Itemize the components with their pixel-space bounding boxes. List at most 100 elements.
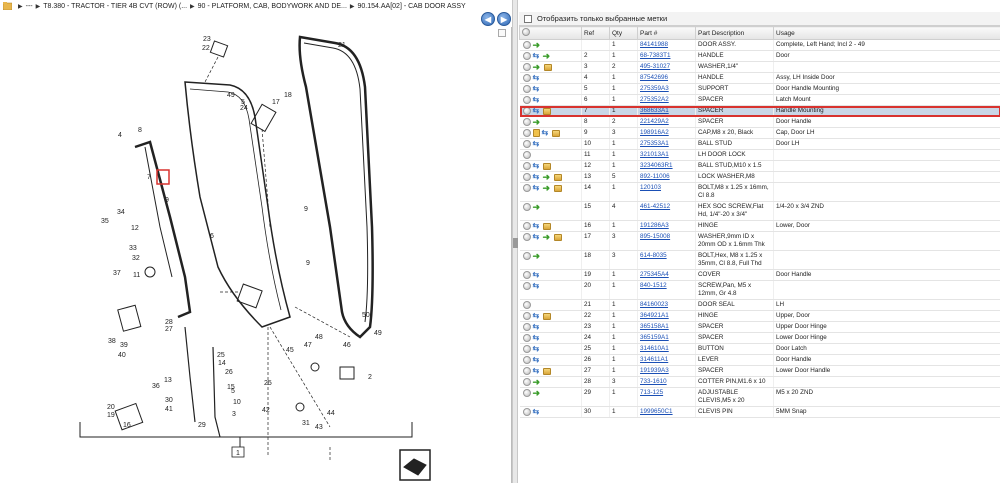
link-icon[interactable]: ⇆: [533, 85, 541, 93]
link-icon[interactable]: ⇆: [533, 74, 541, 82]
package-icon[interactable]: [542, 312, 551, 320]
table-row[interactable]: ⇆ 27 1 191939A3 SPACER Lower Door Handle: [519, 365, 1000, 377]
row-circle-icon[interactable]: [522, 129, 531, 137]
header-description[interactable]: Part Description: [695, 26, 774, 40]
table-row[interactable]: ⇆ 7 1 368633A1 SPACER Handle Mounting: [519, 105, 1000, 117]
package-icon[interactable]: [551, 129, 560, 137]
link-icon[interactable]: ⇆: [533, 323, 541, 331]
link-icon[interactable]: ⇆: [533, 356, 541, 364]
row-circle-icon[interactable]: [522, 271, 531, 279]
parts-diagram[interactable]: 23 22 21 49 5 24 17 18 4 879 9 34 35 12 33 32 11 37…: [0, 27, 512, 483]
link-icon[interactable]: ⇆: [533, 312, 541, 320]
row-circle-icon[interactable]: [522, 41, 531, 49]
table-row[interactable]: ⇆ 5 1 275359A3 SUPPORT Door Handle Mounting: [519, 83, 1000, 95]
part-number-link[interactable]: 275345A4: [637, 269, 696, 281]
part-number-link[interactable]: 191286A3: [637, 220, 696, 232]
row-circle-icon[interactable]: [522, 52, 531, 60]
package-icon[interactable]: [542, 367, 551, 375]
link-icon[interactable]: ⇆: [533, 52, 541, 60]
row-circle-icon[interactable]: [522, 173, 531, 181]
back-arrow-icon[interactable]: ◀: [481, 12, 495, 26]
link-icon[interactable]: ⇆: [533, 345, 541, 353]
part-number-link[interactable]: 365158A1: [637, 321, 696, 333]
table-row[interactable]: ➜ 18 3 614-8035 BOLT,Hex, M8 x 1.25 x 35mm, …: [519, 250, 1000, 270]
link-icon[interactable]: ⇆: [533, 162, 541, 170]
row-circle-icon[interactable]: [522, 96, 531, 104]
row-circle-icon[interactable]: [522, 140, 531, 148]
table-row[interactable]: ⇆ 30 1 1999650C1 CLEVIS PIN 5MM Snap: [519, 406, 1000, 418]
link-icon[interactable]: ⇆: [533, 96, 541, 104]
part-number-link[interactable]: 461-42512: [637, 201, 696, 221]
cart-arrow-icon[interactable]: ➜: [533, 63, 542, 72]
part-number-link[interactable]: 892-11006: [637, 171, 696, 183]
row-circle-icon[interactable]: [522, 301, 531, 309]
table-row[interactable]: ⇆ 24 1 365159A1 SPACER Lower Door Hinge: [519, 332, 1000, 344]
table-row[interactable]: ⇆ ➜ 13 5 892-11006 LOCK WASHER,M8: [519, 171, 1000, 183]
header-part-number[interactable]: Part #: [637, 26, 696, 40]
row-circle-icon[interactable]: [522, 107, 531, 115]
part-number-link[interactable]: 614-8035: [637, 250, 696, 270]
cart-arrow-icon[interactable]: ➜: [533, 41, 542, 50]
splitter-grip[interactable]: [513, 238, 518, 248]
part-number-link[interactable]: 495-31027: [637, 61, 696, 73]
row-circle-icon[interactable]: [522, 389, 531, 397]
header-circle-icon[interactable]: [522, 28, 530, 36]
part-number-link[interactable]: 87542696: [637, 72, 696, 84]
link-icon[interactable]: ⇆: [533, 233, 541, 241]
folder-icon[interactable]: [3, 2, 12, 10]
link-icon[interactable]: ⇆: [533, 173, 541, 181]
table-row[interactable]: ⇆ 4 1 87542696 HANDLE Assy, LH Inside Door: [519, 72, 1000, 84]
part-number-link[interactable]: 120103: [637, 182, 696, 202]
part-number-link[interactable]: 840-1512: [637, 280, 696, 300]
table-row[interactable]: ➜ 3 2 495-31027 WASHER,1/4": [519, 61, 1000, 73]
cart-arrow-icon[interactable]: ➜: [543, 52, 552, 61]
breadcrumb-item-root[interactable]: ---: [26, 3, 33, 10]
link-icon[interactable]: ⇆: [533, 408, 541, 416]
row-circle-icon[interactable]: [522, 184, 531, 192]
part-number-link[interactable]: 368633A1: [637, 105, 696, 117]
row-circle-icon[interactable]: [522, 345, 531, 353]
cart-arrow-icon[interactable]: ➜: [533, 378, 542, 387]
part-number-link[interactable]: 84141988: [637, 39, 696, 51]
row-circle-icon[interactable]: [522, 222, 531, 230]
row-circle-icon[interactable]: [522, 334, 531, 342]
cart-arrow-icon[interactable]: ➜: [533, 252, 542, 261]
link-icon[interactable]: ⇆: [533, 184, 541, 192]
link-icon[interactable]: ⇆: [533, 222, 541, 230]
table-row[interactable]: ⇆ 19 1 275345A4 COVER Door Handle: [519, 269, 1000, 281]
row-circle-icon[interactable]: [522, 233, 531, 241]
table-row[interactable]: ⇆ ➜ 17 3 895-15008 WASHER,9mm ID x 20mm OD x …: [519, 231, 1000, 251]
row-circle-icon[interactable]: [522, 63, 531, 71]
package-icon[interactable]: [553, 184, 562, 192]
part-number-link[interactable]: 321013A1: [637, 149, 696, 161]
part-number-link[interactable]: 198916A2: [637, 127, 696, 139]
cart-arrow-icon[interactable]: ➜: [543, 233, 552, 242]
part-number-link[interactable]: 275353A1: [637, 138, 696, 150]
package-icon[interactable]: [542, 162, 551, 170]
part-number-link[interactable]: 713-125: [637, 387, 696, 407]
part-number-link[interactable]: 314610A1: [637, 343, 696, 355]
part-number-link[interactable]: 84160023: [637, 299, 696, 311]
cart-arrow-icon[interactable]: ➜: [543, 184, 552, 193]
table-row[interactable]: ➜ 1 84141988 DOOR ASSY. Complete, Left Hand;…: [519, 39, 1000, 51]
table-row[interactable]: 11 1 321013A1 LH DOOR LOCK: [519, 149, 1000, 161]
table-row[interactable]: ⇆ 22 1 364921A1 HINGE Upper, Door: [519, 310, 1000, 322]
table-row[interactable]: ⇆ ➜ 14 1 120103 BOLT,M8 x 1.25 x 16mm, Cl 8.8: [519, 182, 1000, 202]
part-number-link[interactable]: 68-7383T1: [637, 50, 696, 62]
part-number-link[interactable]: 221429A2: [637, 116, 696, 128]
link-icon[interactable]: ⇆: [533, 282, 541, 290]
package-icon[interactable]: [542, 222, 551, 230]
header-usage[interactable]: Usage: [773, 26, 1000, 40]
forward-arrow-icon[interactable]: ▶: [497, 12, 511, 26]
table-row[interactable]: ➜ 28 3 733-1610 COTTER PIN,M1.6 x 10: [519, 376, 1000, 388]
table-row[interactable]: ⇆ 10 1 275353A1 BALL STUD Door LH: [519, 138, 1000, 150]
link-icon[interactable]: ⇆: [533, 140, 541, 148]
cart-arrow-icon[interactable]: ➜: [533, 389, 542, 398]
breadcrumb-item-section[interactable]: 90 - PLATFORM, CAB, BODYWORK AND DE...: [198, 3, 347, 10]
table-row[interactable]: ➜ 8 2 221429A2 SPACER Door Handle: [519, 116, 1000, 128]
table-row[interactable]: ⇆ 12 1 3234063R1 BALL STUD,M10 x 1.5: [519, 160, 1000, 172]
row-circle-icon[interactable]: [522, 151, 531, 159]
breadcrumb-item-current[interactable]: 90.154.AA[02] - CAB DOOR ASSY: [358, 3, 466, 10]
breadcrumb-item-model[interactable]: T8.380 - TRACTOR - TIER 4B CVT (ROW) (..…: [43, 3, 187, 10]
link-icon[interactable]: ⇆: [533, 367, 541, 375]
